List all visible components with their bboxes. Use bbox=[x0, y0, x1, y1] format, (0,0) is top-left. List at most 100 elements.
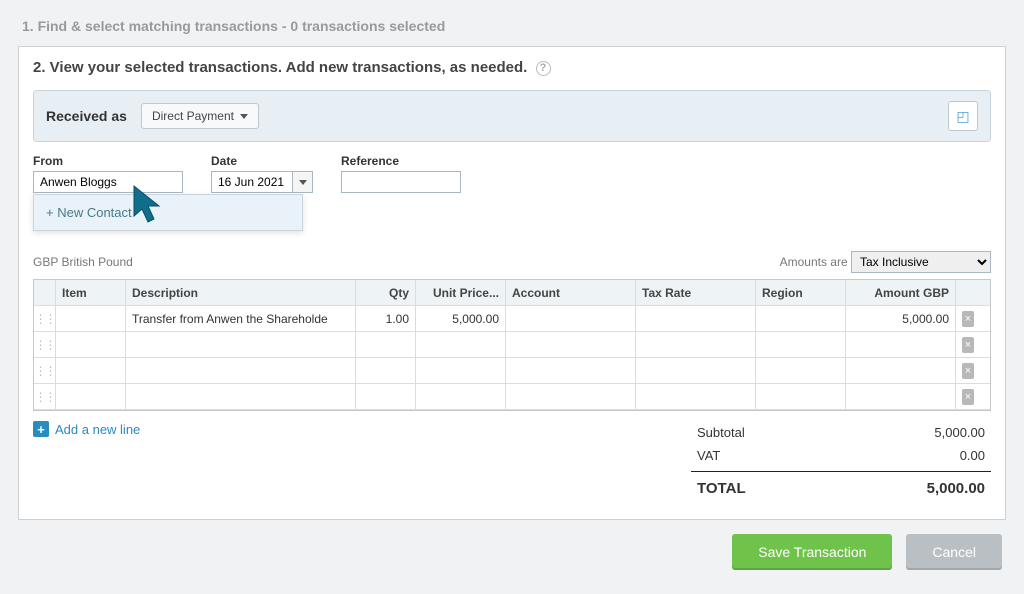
drag-handle-icon[interactable] bbox=[34, 384, 56, 409]
delete-row-button[interactable]: × bbox=[962, 389, 974, 405]
date-field: Date bbox=[211, 154, 313, 193]
grid-header-item: Item bbox=[56, 280, 126, 305]
grid-header-account: Account bbox=[506, 280, 636, 305]
subtotal-value: 5,000.00 bbox=[934, 425, 985, 440]
from-input[interactable] bbox=[33, 171, 183, 193]
cell-item[interactable] bbox=[56, 306, 126, 331]
drag-handle-icon[interactable] bbox=[34, 306, 56, 331]
amounts-are-select[interactable]: Tax Inclusive bbox=[851, 251, 991, 273]
cell-qty[interactable] bbox=[356, 358, 416, 383]
from-label: From bbox=[33, 154, 183, 168]
cell-unit-price[interactable] bbox=[416, 332, 506, 357]
cell-region[interactable] bbox=[756, 358, 846, 383]
step1-heading: 1. Find & select matching transactions -… bbox=[22, 18, 1006, 34]
from-field: From bbox=[33, 154, 183, 193]
cell-description[interactable]: Transfer from Anwen the Shareholde bbox=[126, 306, 356, 331]
table-row[interactable]: × bbox=[34, 384, 990, 410]
transaction-panel: 2. View your selected transactions. Add … bbox=[18, 46, 1006, 520]
split-transaction-button[interactable]: ◰ bbox=[948, 101, 978, 131]
subtotal-label: Subtotal bbox=[697, 425, 745, 440]
cell-account[interactable] bbox=[506, 332, 636, 357]
subtotal-row: Subtotal 5,000.00 bbox=[691, 421, 991, 444]
cancel-button[interactable]: Cancel bbox=[906, 534, 1002, 570]
save-transaction-button[interactable]: Save Transaction bbox=[732, 534, 892, 570]
cell-tax-rate[interactable] bbox=[636, 358, 756, 383]
footer-buttons: Save Transaction Cancel bbox=[0, 534, 1002, 570]
vat-label: VAT bbox=[697, 448, 720, 463]
cell-qty[interactable] bbox=[356, 332, 416, 357]
cell-description[interactable] bbox=[126, 358, 356, 383]
cell-region[interactable] bbox=[756, 332, 846, 357]
drag-handle-icon[interactable] bbox=[34, 358, 56, 383]
cell-tax-rate[interactable] bbox=[636, 384, 756, 409]
grid-header-description: Description bbox=[126, 280, 356, 305]
currency-label: GBP British Pound bbox=[33, 255, 133, 269]
cell-region[interactable] bbox=[756, 306, 846, 331]
drag-handle-icon[interactable] bbox=[34, 332, 56, 357]
table-row[interactable]: × bbox=[34, 358, 990, 384]
cell-account[interactable] bbox=[506, 306, 636, 331]
cell-tax-rate[interactable] bbox=[636, 306, 756, 331]
received-as-bar: Received as Direct Payment ◰ bbox=[33, 90, 991, 142]
cell-unit-price[interactable] bbox=[416, 384, 506, 409]
fields-row: From Date Reference + New Contact bbox=[33, 154, 991, 193]
delete-row-button[interactable]: × bbox=[962, 311, 974, 327]
cell-item[interactable] bbox=[56, 332, 126, 357]
amounts-are-label: Amounts are bbox=[780, 255, 848, 269]
cell-account[interactable] bbox=[506, 384, 636, 409]
grid-header-delete bbox=[956, 280, 980, 305]
total-row: TOTAL 5,000.00 bbox=[691, 471, 991, 501]
caret-down-icon bbox=[240, 114, 248, 119]
cell-delete: × bbox=[956, 358, 980, 383]
cell-tax-rate[interactable] bbox=[636, 332, 756, 357]
cell-amount[interactable] bbox=[846, 358, 956, 383]
grid-header-row: Item Description Qty Unit Price... Accou… bbox=[34, 280, 990, 306]
cell-account[interactable] bbox=[506, 358, 636, 383]
page-icon: ◰ bbox=[956, 108, 969, 125]
grid-header-region: Region bbox=[756, 280, 846, 305]
vat-value: 0.00 bbox=[960, 448, 985, 463]
received-as-dropdown[interactable]: Direct Payment bbox=[141, 103, 259, 129]
help-icon[interactable]: ? bbox=[536, 61, 551, 76]
add-new-line-label: Add a new line bbox=[55, 422, 140, 437]
caret-down-icon bbox=[299, 180, 307, 185]
plus-icon: + bbox=[33, 421, 49, 437]
vat-row: VAT 0.00 bbox=[691, 444, 991, 467]
cell-qty[interactable] bbox=[356, 384, 416, 409]
grid-header-drag bbox=[34, 280, 56, 305]
grid-header-tax-rate: Tax Rate bbox=[636, 280, 756, 305]
cell-delete: × bbox=[956, 384, 980, 409]
below-grid-row: + Add a new line Subtotal 5,000.00 VAT 0… bbox=[33, 421, 991, 501]
cell-unit-price[interactable]: 5,000.00 bbox=[416, 306, 506, 331]
currency-and-amounts-row: GBP British Pound Amounts are Tax Inclus… bbox=[33, 251, 991, 273]
cell-item[interactable] bbox=[56, 384, 126, 409]
received-as-label: Received as bbox=[46, 108, 127, 124]
cell-amount[interactable]: 5,000.00 bbox=[846, 306, 956, 331]
table-row[interactable]: × bbox=[34, 332, 990, 358]
cell-region[interactable] bbox=[756, 384, 846, 409]
date-picker-button[interactable] bbox=[293, 171, 313, 193]
grid-header-qty: Qty bbox=[356, 280, 416, 305]
new-contact-option[interactable]: + New Contact bbox=[46, 205, 290, 220]
cell-unit-price[interactable] bbox=[416, 358, 506, 383]
cell-amount[interactable] bbox=[846, 332, 956, 357]
reference-label: Reference bbox=[341, 154, 461, 168]
cell-delete: × bbox=[956, 332, 980, 357]
delete-row-button[interactable]: × bbox=[962, 337, 974, 353]
cell-description[interactable] bbox=[126, 332, 356, 357]
reference-field: Reference bbox=[341, 154, 461, 193]
totals-block: Subtotal 5,000.00 VAT 0.00 TOTAL 5,000.0… bbox=[691, 421, 991, 501]
add-new-line-button[interactable]: + Add a new line bbox=[33, 421, 140, 437]
cell-amount[interactable] bbox=[846, 384, 956, 409]
table-row[interactable]: Transfer from Anwen the Shareholde 1.00 … bbox=[34, 306, 990, 332]
date-input[interactable] bbox=[211, 171, 293, 193]
cell-qty[interactable]: 1.00 bbox=[356, 306, 416, 331]
date-label: Date bbox=[211, 154, 313, 168]
total-label: TOTAL bbox=[697, 480, 746, 497]
reference-input[interactable] bbox=[341, 171, 461, 193]
delete-row-button[interactable]: × bbox=[962, 363, 974, 379]
cell-item[interactable] bbox=[56, 358, 126, 383]
total-value: 5,000.00 bbox=[927, 480, 985, 497]
step2-text: 2. View your selected transactions. Add … bbox=[33, 59, 527, 76]
cell-description[interactable] bbox=[126, 384, 356, 409]
